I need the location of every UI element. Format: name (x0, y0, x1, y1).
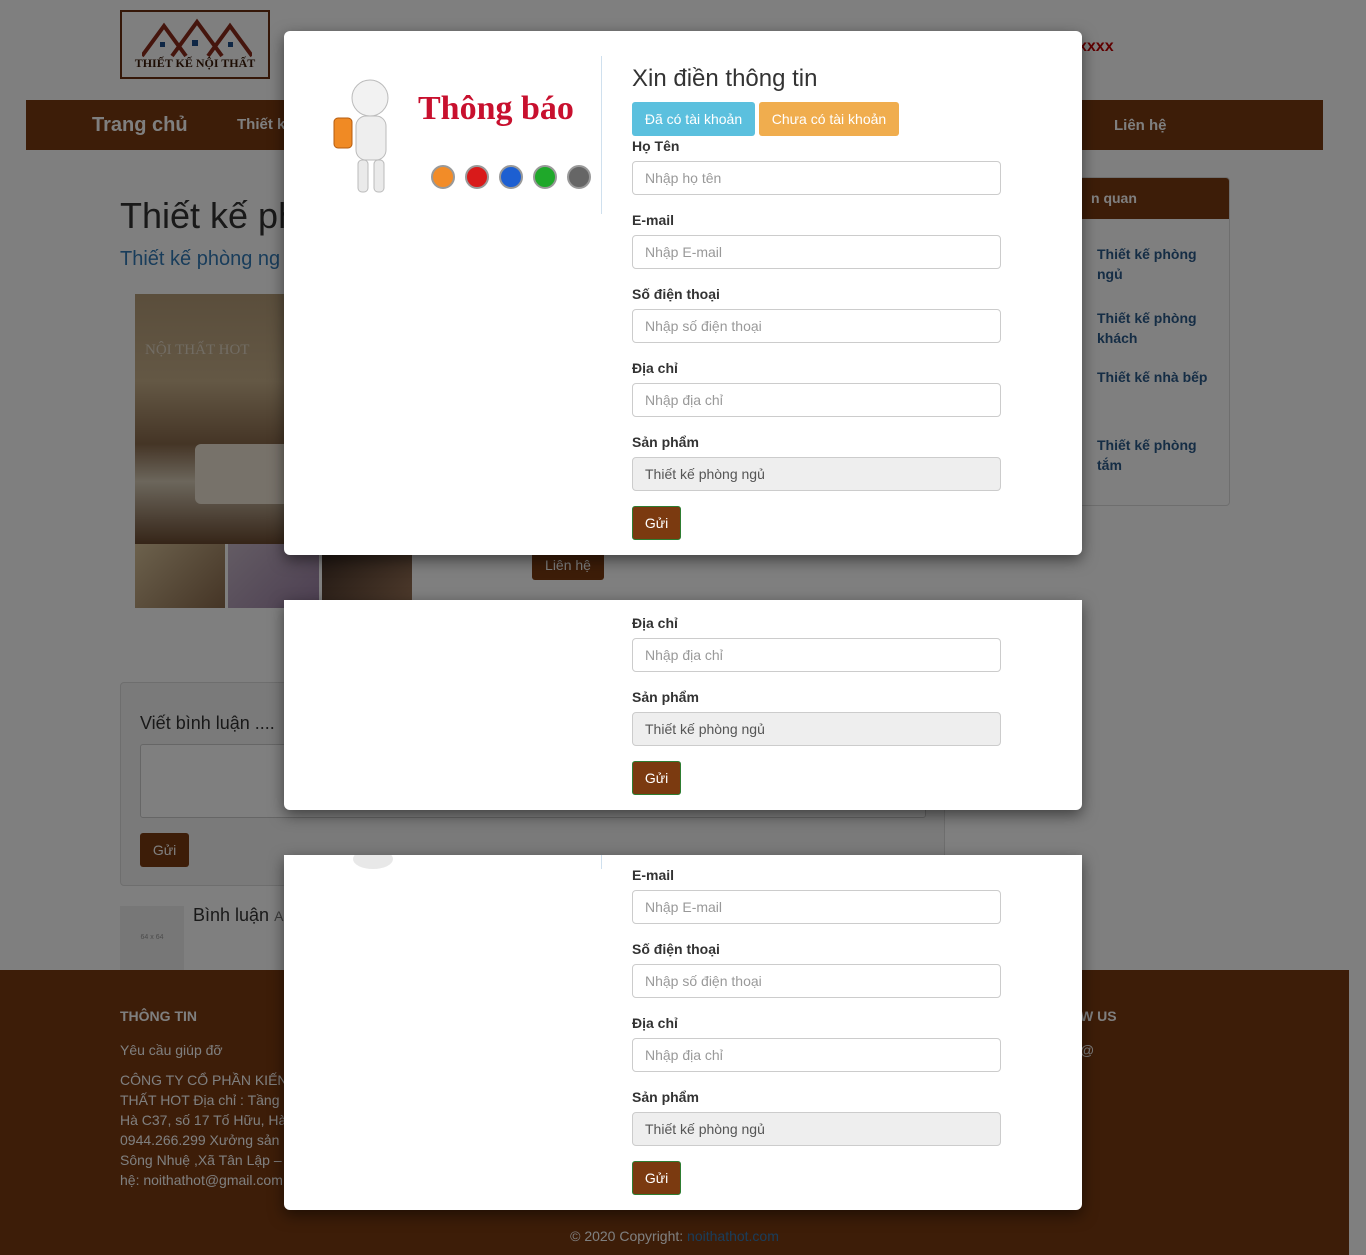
product-field[interactable] (632, 1112, 1001, 1146)
info-modal-duplicate: E-mail Số điện thoại Địa chỉ Sản phẩm Gử… (284, 855, 1082, 1210)
email-field[interactable] (632, 890, 1001, 924)
name-label: Họ Tên (632, 138, 680, 154)
phone-label: Số điện thoại (632, 286, 720, 302)
product-label: Sản phẩm (632, 1089, 699, 1105)
notice-buttons (431, 165, 591, 189)
email-label: E-mail (632, 867, 675, 883)
info-modal: Thông báo Xin điền thông tin Đã có tài k… (284, 31, 1082, 555)
modal-title: Xin điền thông tin (632, 65, 818, 92)
orange-dot-icon (431, 165, 455, 189)
address-field[interactable] (632, 638, 1001, 672)
address-label: Địa chỉ (632, 1015, 678, 1031)
no-account-button[interactable]: Chưa có tài khoản (759, 102, 899, 136)
phone-label: Số điện thoại (632, 941, 720, 957)
address-label: Địa chỉ (632, 615, 678, 631)
has-account-button[interactable]: Đã có tài khoản (632, 102, 755, 136)
product-field[interactable] (632, 712, 1001, 746)
notice-image (298, 855, 602, 869)
email-field[interactable] (632, 235, 1001, 269)
gray-dot-icon (567, 165, 591, 189)
phone-field[interactable] (632, 964, 1001, 998)
product-label: Sản phẩm (632, 434, 699, 450)
blue-dot-icon (499, 165, 523, 189)
address-field[interactable] (632, 1038, 1001, 1072)
product-label: Sản phẩm (632, 689, 699, 705)
address-label: Địa chỉ (632, 360, 678, 376)
phone-man-icon (333, 79, 389, 193)
submit-button[interactable]: Gửi (632, 1161, 681, 1195)
address-field[interactable] (632, 383, 1001, 417)
product-field[interactable] (632, 457, 1001, 491)
phone-field[interactable] (632, 309, 1001, 343)
red-dot-icon (465, 165, 489, 189)
green-dot-icon (533, 165, 557, 189)
submit-button[interactable]: Gửi (632, 506, 681, 540)
phone-man-icon (353, 855, 393, 869)
name-field[interactable] (632, 161, 1001, 195)
submit-button[interactable]: Gửi (632, 761, 681, 795)
info-modal-duplicate: Địa chỉ Sản phẩm Gửi (284, 600, 1082, 810)
email-label: E-mail (632, 212, 675, 228)
notice-image: Thông báo (298, 56, 602, 214)
notice-text: Thông báo (418, 90, 574, 127)
